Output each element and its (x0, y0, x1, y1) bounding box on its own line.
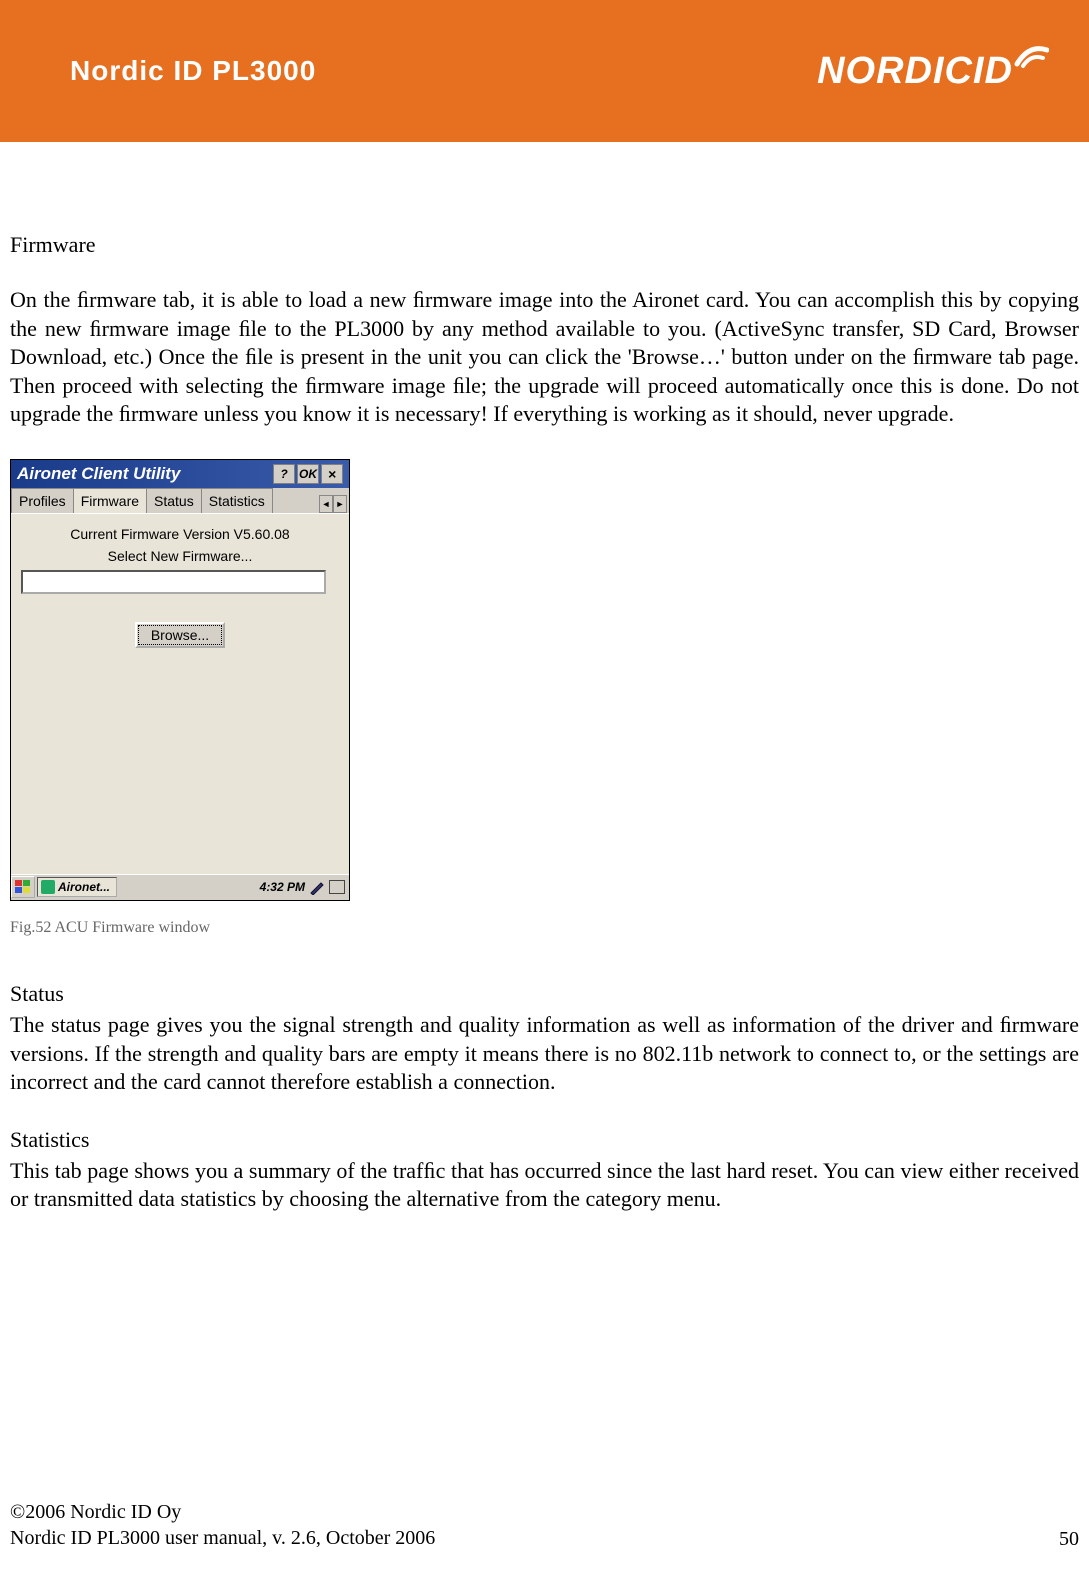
firmware-heading: Firmware (10, 232, 1079, 258)
panel-body: Current Firmware Version V5.60.08 Select… (11, 514, 349, 874)
page-content: Firmware On the ﬁrmware tab, it is able … (0, 142, 1089, 1214)
start-button[interactable] (11, 876, 35, 898)
tab-scroll-left-icon[interactable]: ◄ (319, 495, 333, 513)
browse-button[interactable]: Browse... (135, 622, 225, 648)
tab-firmware[interactable]: Firmware (73, 488, 147, 513)
footer-copyright: ©2006 Nordic ID Oy (10, 1499, 435, 1525)
page-number: 50 (1059, 1528, 1079, 1551)
tab-status[interactable]: Status (146, 488, 202, 513)
taskbar-app[interactable]: Aironet... (37, 877, 117, 897)
statistics-body: This tab page shows you a summary of the… (10, 1157, 1079, 1214)
windows-flag-icon (15, 880, 31, 894)
header-title: Nordic ID PL3000 (70, 55, 316, 87)
figure-caption: Fig.52 ACU Firmware window (10, 919, 1079, 937)
tab-scroll-right-icon[interactable]: ► (333, 495, 347, 513)
page-footer: ©2006 Nordic ID Oy Nordic ID PL3000 user… (10, 1499, 1079, 1551)
taskbar: Aironet... 4:32 PM (11, 874, 349, 900)
firmware-body: On the ﬁrmware tab, it is able to load a… (10, 286, 1079, 429)
window-title: Aironet Client Utility (17, 464, 180, 484)
statistics-heading: Statistics (10, 1127, 1079, 1153)
window-titlebar: Aironet Client Utility ? OK × (11, 460, 349, 488)
system-tray: 4:32 PM (260, 879, 349, 895)
tab-statistics[interactable]: Statistics (201, 488, 273, 513)
tabs-row: Proﬁles Firmware Status Statistics ◄ ► (11, 488, 349, 514)
brand-logo: NORDICID (817, 50, 1049, 93)
acu-window: Aironet Client Utility ? OK × Proﬁles Fi… (10, 459, 350, 901)
taskbar-app-label: Aironet... (58, 880, 110, 894)
desktop-icon[interactable] (329, 880, 345, 894)
wifi-icon (41, 880, 55, 894)
close-button[interactable]: × (321, 464, 343, 484)
status-body: The status page gives you the signal str… (10, 1011, 1079, 1097)
clock: 4:32 PM (260, 880, 305, 894)
logo-swirl-icon (1009, 36, 1049, 76)
help-button[interactable]: ? (273, 464, 295, 484)
footer-manual: Nordic ID PL3000 user manual, v. 2.6, Oc… (10, 1525, 435, 1551)
firmware-path-input[interactable] (21, 570, 326, 594)
select-firmware-label: Select New Firmware... (21, 548, 339, 564)
ok-button[interactable]: OK (297, 464, 319, 484)
logo-text: NORDICID (817, 50, 1013, 93)
header-bar: Nordic ID PL3000 NORDICID (0, 0, 1089, 142)
firmware-version-label: Current Firmware Version V5.60.08 (21, 526, 339, 542)
tab-scroll: ◄ ► (319, 495, 349, 513)
pen-icon[interactable] (309, 879, 325, 895)
status-heading: Status (10, 981, 1079, 1007)
tab-profiles[interactable]: Proﬁles (11, 488, 74, 513)
